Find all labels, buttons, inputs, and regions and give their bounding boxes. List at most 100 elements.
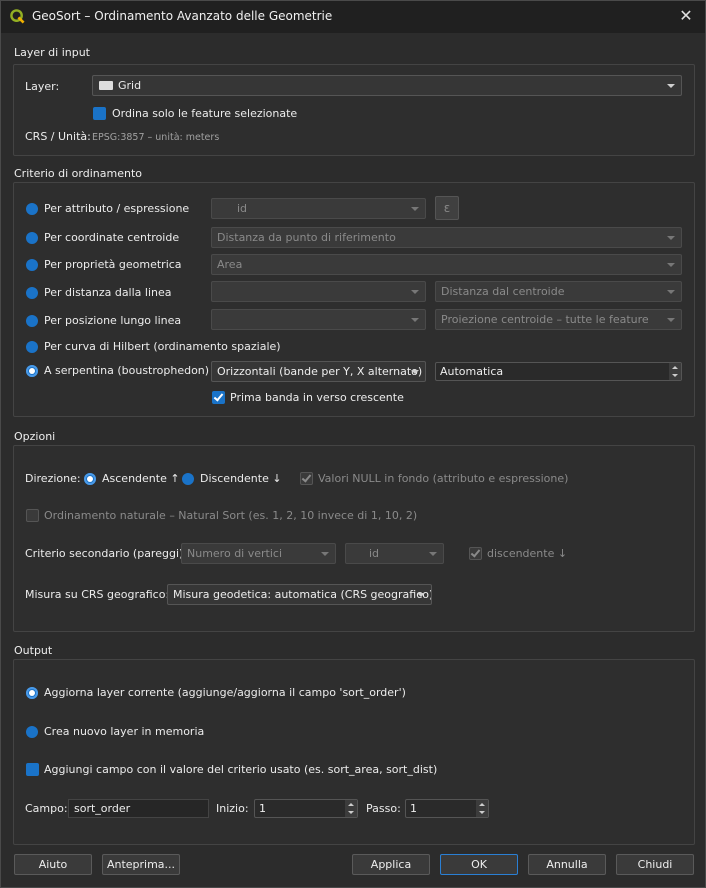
chevron-down-icon <box>411 290 419 294</box>
attr-combo[interactable]: id <box>211 198 426 219</box>
attr-value: id <box>237 202 248 215</box>
cancel-button[interactable]: Annulla <box>528 854 606 875</box>
update-layer-label: Aggiorna layer corrente (aggiunge/aggior… <box>44 686 406 699</box>
new-layer-label: Crea nuovo layer in memoria <box>44 725 205 738</box>
linedist-mode-combo[interactable]: Distanza dal centroide <box>435 281 682 302</box>
chevron-down-icon <box>667 318 675 322</box>
descending-label: Discendente ↓ <box>200 472 282 485</box>
title-bar: GeoSort – Ordinamento Avanzato delle Geo… <box>1 1 705 33</box>
geomprop-value: Area <box>217 258 243 271</box>
secondary-desc-label: discendente ↓ <box>487 547 568 560</box>
serpentine-radio[interactable] <box>26 365 38 377</box>
geomprop-combo[interactable]: Area <box>211 254 682 275</box>
serpentine-combo[interactable]: Orizzontali (bande per Y, X alternato) <box>211 361 426 382</box>
linepos-radio[interactable] <box>26 315 38 327</box>
descending-radio[interactable] <box>182 473 194 485</box>
ascending-label: Ascendente ↑ <box>102 472 180 485</box>
criteria-section-title: Criterio di ordinamento <box>14 167 142 180</box>
spin-down-icon[interactable] <box>479 811 485 814</box>
band-size-value: Automatica <box>440 365 504 378</box>
first-band-checkbox[interactable] <box>212 391 225 404</box>
qgis-logo-icon <box>10 9 25 24</box>
linepos-mode-combo[interactable]: Proiezione centroide – tutte le feature <box>435 309 682 330</box>
linepos-label: Per posizione lungo linea <box>44 314 182 327</box>
spin-up-icon[interactable] <box>479 803 485 806</box>
add-field-checkbox[interactable] <box>26 763 39 776</box>
chevron-down-icon <box>429 552 437 556</box>
grid-layer-icon <box>99 81 113 90</box>
ok-button[interactable]: OK <box>440 854 518 875</box>
geomprop-label: Per proprietà geometrica <box>44 258 182 271</box>
secondary-field-value: id <box>369 547 380 560</box>
geo-label: Misura su CRS geografico: <box>25 588 170 601</box>
attr-radio[interactable] <box>26 203 38 215</box>
linedist-mode: Distanza dal centroide <box>441 285 565 298</box>
centroid-label: Per coordinate centroide <box>44 231 180 244</box>
serpentine-label: A serpentina (boustrophedon) <box>44 364 210 377</box>
attr-label: Per attributo / espressione <box>44 202 190 215</box>
linedist-layer-combo[interactable] <box>211 281 426 302</box>
linepos-layer-combo[interactable] <box>211 309 426 330</box>
spin-buttons[interactable] <box>669 363 681 380</box>
output-section-title: Output <box>14 644 53 657</box>
apply-button[interactable]: Applica <box>352 854 430 875</box>
linepos-mode: Proiezione centroide – tutte le feature <box>441 313 649 326</box>
chevron-down-icon <box>321 552 329 556</box>
chevron-down-icon <box>411 318 419 322</box>
secondary-field-combo[interactable]: id <box>345 543 444 564</box>
nulls-last-checkbox[interactable] <box>300 472 313 485</box>
ascending-radio[interactable] <box>84 473 96 485</box>
band-size-spinbox[interactable]: Automatica <box>435 362 682 381</box>
spin-down-icon[interactable] <box>348 811 354 814</box>
natural-sort-checkbox[interactable] <box>26 509 39 522</box>
spin-down-icon[interactable] <box>672 374 678 377</box>
spin-up-icon[interactable] <box>672 366 678 369</box>
chevron-down-icon <box>411 207 419 211</box>
help-button[interactable]: Aiuto <box>14 854 92 875</box>
update-layer-radio[interactable] <box>26 687 38 699</box>
start-spinbox[interactable]: 1 <box>254 799 358 818</box>
input-section-title: Layer di input <box>14 46 90 59</box>
centroid-value: Distanza da punto di riferimento <box>217 231 396 244</box>
chevron-down-icon <box>667 236 675 240</box>
secondary-label: Criterio secondario (pareggi): <box>25 547 188 560</box>
start-label: Inizio: <box>216 802 249 815</box>
first-band-label: Prima banda in verso crescente <box>230 391 404 404</box>
selected-only-checkbox[interactable] <box>93 107 106 120</box>
step-label: Passo: <box>366 802 401 815</box>
window-title: GeoSort – Ordinamento Avanzato delle Geo… <box>32 9 333 23</box>
chevron-down-icon <box>411 370 419 374</box>
dialog-window: GeoSort – Ordinamento Avanzato delle Geo… <box>0 0 706 888</box>
field-name-label: Campo: <box>25 802 68 815</box>
centroid-radio[interactable] <box>26 232 38 244</box>
crs-value: EPSG:3857 – unità: meters <box>92 132 220 143</box>
geo-combo[interactable]: Misura geodetica: automatica (CRS geogra… <box>167 584 432 605</box>
linedist-radio[interactable] <box>26 287 38 299</box>
linedist-label: Per distanza dalla linea <box>44 286 172 299</box>
nulls-last-label: Valori NULL in fondo (attributo e espres… <box>318 472 569 485</box>
chevron-down-icon <box>667 290 675 294</box>
spin-up-icon[interactable] <box>348 803 354 806</box>
geomprop-radio[interactable] <box>26 259 38 271</box>
hilbert-radio[interactable] <box>26 341 38 353</box>
spin-buttons[interactable] <box>476 800 488 817</box>
field-name-input[interactable]: sort_order <box>68 799 209 818</box>
secondary-value: Numero di vertici <box>187 547 282 560</box>
chevron-down-icon <box>417 593 425 597</box>
step-spinbox[interactable]: 1 <box>405 799 489 818</box>
layer-label: Layer: <box>25 80 60 93</box>
layer-combo[interactable]: Grid <box>92 75 682 96</box>
close-icon[interactable]: ✕ <box>675 5 697 27</box>
new-layer-radio[interactable] <box>26 726 38 738</box>
centroid-combo[interactable]: Distanza da punto di riferimento <box>211 227 682 248</box>
preview-button[interactable]: Anteprima... <box>102 854 180 875</box>
hilbert-label: Per curva di Hilbert (ordinamento spazia… <box>44 340 281 353</box>
serpentine-value: Orizzontali (bande per Y, X alternato) <box>217 365 423 378</box>
close-button[interactable]: Chiudi <box>616 854 694 875</box>
expression-builder-icon[interactable]: ε <box>435 196 459 220</box>
secondary-desc-checkbox[interactable] <box>469 547 482 560</box>
spin-buttons[interactable] <box>345 800 357 817</box>
chevron-down-icon <box>667 263 675 267</box>
geo-value: Misura geodetica: automatica (CRS geogra… <box>173 588 432 601</box>
secondary-combo[interactable]: Numero di vertici <box>181 543 336 564</box>
